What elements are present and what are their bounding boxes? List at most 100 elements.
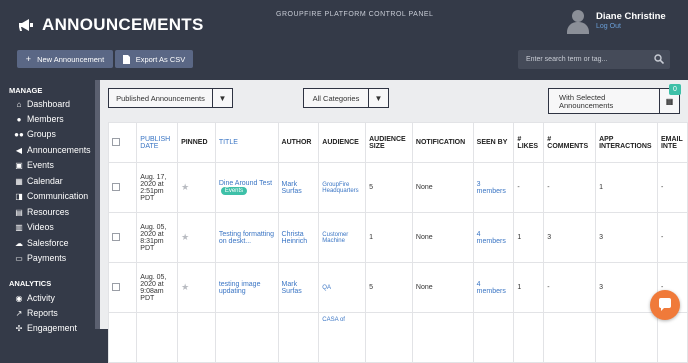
search-icon[interactable] (654, 54, 664, 64)
pinned-cell: ★ (177, 212, 216, 263)
column-header-audience-size: AUDIENCE SIZE (365, 122, 413, 163)
table-row[interactable]: Aug. 05, 2020 at 8:31pm PDT ★ Testing fo… (107, 212, 688, 263)
author-cell[interactable]: Mark Surfas (277, 162, 320, 213)
title-cell[interactable] (214, 312, 279, 363)
logout-link[interactable]: Log Out (596, 23, 666, 30)
filter-icon[interactable]: ▼ (368, 89, 388, 107)
sidebar-item-label: Groups (27, 129, 56, 139)
search-input[interactable]: Enter search term or tag... (518, 50, 670, 69)
sidebar-item-label: Activity (27, 293, 55, 303)
announcement-title-link[interactable]: Dine Around Test (219, 180, 272, 187)
page-title: ANNOUNCEMENTS (18, 15, 204, 35)
title-cell[interactable]: testing image updating (214, 262, 279, 313)
megaphone-icon (19, 19, 33, 31)
sidebar-item-salesforce[interactable]: ☁ Salesforce (14, 238, 69, 248)
pinned-cell: ★ (177, 162, 216, 213)
star-icon[interactable]: ★ (181, 182, 189, 192)
main-content: Published Announcements ▼ All Categories… (100, 80, 688, 363)
select-all-checkbox[interactable] (112, 137, 120, 146)
comments-cell: 3 (543, 212, 597, 263)
audience-cell[interactable]: GroupFire Headquarters (318, 162, 367, 213)
publish-date-cell: Aug. 17, 2020 at 2:51pm PDT (136, 162, 179, 213)
sidebar-item-events[interactable]: ▣ Events (14, 160, 54, 170)
publish-date-cell: Aug. 05, 2020 at 8:31pm PDT (136, 212, 179, 263)
row-select-cell (107, 212, 138, 263)
new-announcement-label: New Announcement (37, 54, 105, 64)
selected-count-badge: 0 (669, 84, 681, 95)
author-cell[interactable]: Mark Surfas (277, 262, 320, 313)
column-header-title[interactable]: TITLE (214, 122, 279, 163)
seen-by-cell[interactable]: 4 members (472, 262, 515, 313)
app-interactions-cell: 3 (595, 262, 658, 313)
new-announcement-button[interactable]: + New Announcement (17, 50, 113, 68)
sidebar-item-members[interactable]: ● Members (14, 114, 64, 124)
calendar-icon: ▦ (15, 176, 23, 186)
sidebar-item-resources[interactable]: ▤ Resources (14, 207, 69, 217)
column-header-audience: AUDIENCE (318, 122, 367, 163)
filter-icon[interactable]: ▼ (212, 89, 232, 107)
platform-label: GROUPFIRE PLATFORM CONTROL PANEL (276, 11, 434, 18)
column-header-app-interactions: APP INTERACTIONS (595, 122, 658, 163)
title-cell[interactable]: Dine Around Test Events (214, 162, 279, 213)
sidebar-item-engagement[interactable]: ✣ Engagement (14, 323, 77, 333)
sidebar-item-groups[interactable]: ●● Groups (14, 129, 56, 139)
seen-by-cell[interactable]: 3 members (472, 162, 515, 213)
sidebar-item-activity[interactable]: ◉ Activity (14, 293, 55, 303)
star-icon[interactable]: ★ (181, 282, 189, 292)
user-name: Diane Christine (596, 11, 666, 22)
category-filter-select[interactable]: All Categories ▼ (303, 88, 389, 108)
folder-icon: ▤ (15, 207, 23, 217)
users-icon: ●● (14, 129, 24, 139)
column-header-publish-date[interactable]: PUBLISH DATE (136, 122, 179, 163)
column-header-notification: NOTIFICATION (411, 122, 474, 163)
pinned-cell (177, 312, 216, 363)
row-checkbox[interactable] (112, 282, 120, 291)
email-interactions-cell (656, 312, 688, 363)
sidebar-item-label: Salesforce (27, 238, 69, 248)
audience-cell[interactable]: Customer Machine (318, 212, 367, 263)
plus-icon: + (25, 54, 32, 64)
author-cell[interactable]: Christa Heinrich (277, 212, 320, 263)
column-header-email: EMAIL INTE (656, 122, 688, 163)
manage-section-label: MANAGE (9, 86, 43, 95)
star-icon[interactable]: ★ (181, 232, 189, 242)
table-row[interactable]: Aug. 17, 2020 at 2:51pm PDT ★ Dine Aroun… (107, 162, 688, 213)
audience-cell[interactable]: CASA of (318, 312, 367, 363)
audience-cell[interactable]: QA (318, 262, 367, 313)
sidebar-item-reports[interactable]: ↗ Reports (14, 308, 58, 318)
sidebar-item-calendar[interactable]: ▦ Calendar (14, 176, 63, 186)
sidebar-item-payments[interactable]: ▭ Payments (14, 253, 66, 263)
author-cell[interactable] (277, 312, 320, 363)
status-filter-select[interactable]: Published Announcements ▼ (108, 88, 233, 108)
with-selected-dropdown[interactable]: With Selected Announcements ▦ (548, 88, 680, 114)
likes-cell (513, 312, 545, 363)
sidebar-item-dashboard[interactable]: ⌂ Dashboard (14, 99, 70, 109)
sidebar-item-announcements[interactable]: ◀ Announcements (14, 145, 91, 155)
user-icon: ● (16, 114, 22, 124)
category-filter-value: All Categories (312, 93, 360, 103)
audience-size-cell: 5 (365, 262, 413, 313)
title-cell[interactable]: Testing formatting on deskt... (214, 212, 279, 263)
row-checkbox[interactable] (112, 182, 120, 191)
sidebar-item-communication[interactable]: ◨ Communication (14, 191, 88, 201)
with-selected-label: With Selected Announcements (559, 93, 614, 110)
sidebar-item-videos[interactable]: ▥ Videos (14, 222, 54, 232)
select-all-cell (107, 122, 138, 163)
user-menu[interactable]: Diane Christine Log Out (566, 8, 666, 34)
table-row[interactable]: CASA of (107, 312, 688, 363)
likes-cell: 1 (513, 212, 545, 263)
export-csv-button[interactable]: Export As CSV (115, 50, 193, 68)
likes-cell: 1 (513, 262, 545, 313)
seen-by-cell[interactable]: 4 members (472, 212, 515, 263)
publish-date-cell (136, 312, 179, 363)
app-interactions-cell: 3 (595, 212, 658, 263)
seen-by-cell[interactable] (472, 312, 515, 363)
engagement-icon: ✣ (15, 323, 23, 333)
sidebar-item-label: Calendar (27, 176, 63, 186)
table-row[interactable]: Aug. 05, 2020 at 9:08am PDT ★ testing im… (107, 262, 688, 313)
app-interactions-cell (595, 312, 658, 363)
sidebar-item-label: Announcements (27, 145, 91, 155)
film-icon: ▥ (15, 222, 23, 232)
chat-launcher-button[interactable] (650, 290, 680, 320)
row-checkbox[interactable] (112, 232, 120, 241)
